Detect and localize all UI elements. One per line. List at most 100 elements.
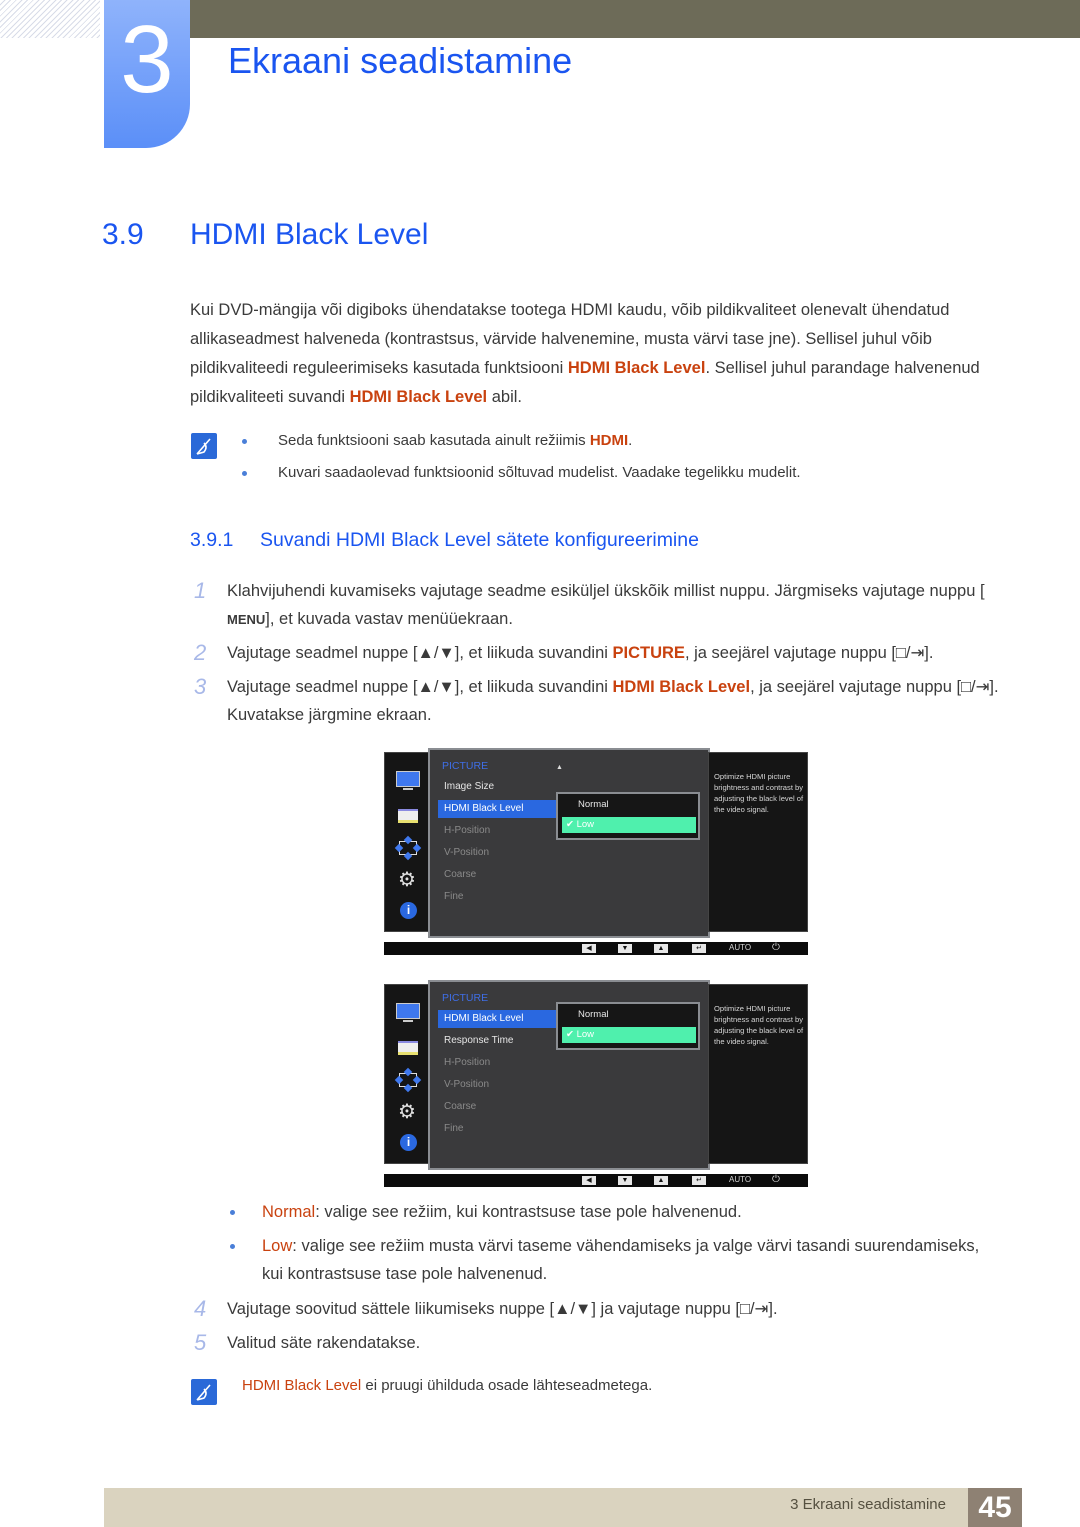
step-4: 4 Vajutage soovitud sättele liikumiseks … (190, 1295, 1020, 1323)
intro-text: abil. (487, 388, 523, 406)
step-text: , ja seejärel vajutage nuppu [□/⇥]. (684, 644, 934, 662)
step-3: 3 Vajutage seadmel nuppe [▲/▼], et liiku… (190, 673, 1020, 729)
color-bars-icon[interactable] (395, 1037, 421, 1059)
osd-menu-panel: PICTURE ▲ Image Size HDMI Black Level H-… (428, 748, 710, 938)
bullet-icon (230, 1210, 235, 1215)
gear-icon[interactable]: ⚙ (395, 1101, 421, 1123)
osd-option-normal[interactable]: Normal (562, 797, 696, 813)
step-text: Vajutage seadmel nuppe [▲/▼], et liikuda… (227, 644, 613, 662)
osd-screen-2: ⚙ i PICTURE HDMI Black Level Response Ti… (384, 980, 808, 1170)
osd-menu-item[interactable]: V-Position (438, 844, 556, 862)
resize-icon[interactable] (394, 835, 422, 861)
note-highlight: HDMI (589, 432, 629, 449)
step-2: 2 Vajutage seadmel nuppe [▲/▼], et liiku… (190, 639, 1020, 667)
info-icon[interactable]: i (395, 901, 421, 923)
osd-option-label: Low (576, 819, 595, 830)
up-arrow-button[interactable]: ▲ (654, 944, 668, 953)
step-highlight: PICTURE (612, 644, 685, 662)
option-note: Low: valige see režiim musta värvi tasem… (228, 1232, 988, 1288)
step-text: ], et kuvada vastav menüüekraan. (265, 610, 513, 628)
section-title: 3.9 HDMI Black Level (102, 218, 428, 252)
option-text: : valige see režiim, kui kontrastsuse ta… (315, 1203, 742, 1221)
option-descriptions: Normal: valige see režiim, kui kontrasts… (228, 1198, 988, 1294)
enter-button[interactable]: ↵ (692, 944, 706, 953)
step-number: 1 (194, 578, 207, 603)
osd-button-bar-1: ◀ ▼ ▲ ↵ AUTO ⏻ (384, 942, 808, 955)
osd-menu-item-selected[interactable]: HDMI Black Level (438, 1010, 556, 1028)
osd-option-normal[interactable]: Normal (562, 1007, 696, 1023)
osd-description: Optimize HDMI picture brightness and con… (714, 772, 804, 814)
footer: 3 Ekraani seadistamine 45 (104, 1488, 1022, 1527)
osd-menu-item[interactable]: Image Size (438, 778, 556, 796)
section-number: 3.9 (102, 218, 144, 251)
subsection-heading: Suvandi HDMI Black Level sätete konfigur… (260, 529, 699, 551)
step-number: 2 (194, 640, 207, 665)
osd-menu-item[interactable]: Coarse (438, 1098, 556, 1116)
check-icon: ✔ (566, 819, 577, 830)
gear-icon[interactable]: ⚙ (395, 869, 421, 891)
osd-menu-item[interactable]: Fine (438, 888, 556, 906)
note-text: Seda funktsiooni saab kasutada ainult re… (278, 432, 590, 449)
osd-category-title: PICTURE (442, 760, 489, 772)
footer-chapter: 3 Ekraani seadistamine (790, 1496, 946, 1513)
osd-menu-item[interactable]: H-Position (438, 822, 556, 840)
power-icon[interactable]: ⏻ (772, 942, 780, 953)
step-5: 5 Valitud säte rakendatakse. (190, 1329, 1020, 1357)
check-icon: ✔ (566, 1029, 577, 1040)
color-bars-icon[interactable] (395, 805, 421, 827)
osd-menu-item[interactable]: H-Position (438, 1054, 556, 1072)
header-bar (160, 0, 1080, 38)
osd-icon-column: ⚙ i (384, 984, 430, 1164)
scroll-up-icon[interactable]: ▲ (556, 764, 563, 771)
auto-button[interactable]: AUTO (729, 1175, 751, 1184)
intro-highlight: HDMI Black Level (567, 359, 706, 377)
intro-paragraph: Kui DVD-mängija või digiboks ühendatakse… (190, 296, 1020, 412)
osd-menu-item[interactable]: V-Position (438, 1076, 556, 1094)
option-name: Low (262, 1237, 293, 1255)
left-arrow-button[interactable]: ◀ (582, 1176, 596, 1185)
bullet-icon (230, 1244, 235, 1249)
monitor-icon[interactable] (395, 1001, 421, 1023)
enter-button[interactable]: ↵ (692, 1176, 706, 1185)
subsection-title: 3.9.1 Suvandi HDMI Black Level sätete kon… (190, 529, 699, 552)
osd-description-panel: Optimize HDMI picture brightness and con… (708, 752, 808, 932)
note-icon (191, 1379, 217, 1405)
note-text: . (628, 432, 633, 449)
osd-option-popup: Normal ✔ Low (556, 1002, 700, 1050)
resize-icon[interactable] (394, 1067, 422, 1093)
auto-button[interactable]: AUTO (729, 943, 751, 952)
step-text: Klahvijuhendi kuvamiseks vajutage seadme… (227, 582, 985, 600)
osd-option-low[interactable]: ✔ Low (562, 1027, 696, 1043)
down-arrow-button[interactable]: ▼ (618, 1176, 632, 1185)
note-list: Seda funktsiooni saab kasutada ainult re… (240, 430, 801, 494)
monitor-icon[interactable] (395, 769, 421, 791)
header-hatch (0, 0, 100, 38)
osd-button-bar-2: ◀ ▼ ▲ ↵ AUTO ⏻ (384, 1174, 808, 1187)
osd-menu-item[interactable]: Coarse (438, 866, 556, 884)
note-item: Seda funktsiooni saab kasutada ainult re… (240, 430, 801, 462)
intro-highlight: HDMI Black Level (349, 388, 488, 406)
left-arrow-button[interactable]: ◀ (582, 944, 596, 953)
chapter-number: 3 (120, 6, 174, 113)
osd-menu-item-selected[interactable]: HDMI Black Level (438, 800, 556, 818)
up-arrow-button[interactable]: ▲ (654, 1176, 668, 1185)
osd-screen-1: ⚙ i PICTURE ▲ Image Size HDMI Black Leve… (384, 748, 808, 938)
osd-option-label: Low (576, 1029, 595, 1040)
osd-menu-item[interactable]: Fine (438, 1120, 556, 1138)
note-highlight: HDMI Black Level (242, 1377, 362, 1394)
osd-description: Optimize HDMI picture brightness and con… (714, 1004, 804, 1046)
power-icon[interactable]: ⏻ (772, 1174, 780, 1185)
subsection-number: 3.9.1 (190, 529, 234, 551)
page-number: 45 (968, 1488, 1022, 1527)
step-1: 1 Klahvijuhendi kuvamiseks vajutage sead… (190, 577, 1020, 634)
down-arrow-button[interactable]: ▼ (618, 944, 632, 953)
chapter-title: Ekraani seadistamine (228, 40, 573, 81)
option-note: Normal: valige see režiim, kui kontrasts… (228, 1198, 988, 1226)
info-icon[interactable]: i (395, 1133, 421, 1155)
chapter-badge: 3 (104, 0, 190, 148)
osd-option-low[interactable]: ✔ Low (562, 817, 696, 833)
note-text: ei pruugi ühilduda osade lähteseadmetega… (361, 1377, 653, 1394)
step-number: 3 (194, 674, 207, 699)
note-item: Kuvari saadaolevad funktsioonid sõltuvad… (240, 462, 801, 494)
osd-menu-item[interactable]: Response Time (438, 1032, 556, 1050)
